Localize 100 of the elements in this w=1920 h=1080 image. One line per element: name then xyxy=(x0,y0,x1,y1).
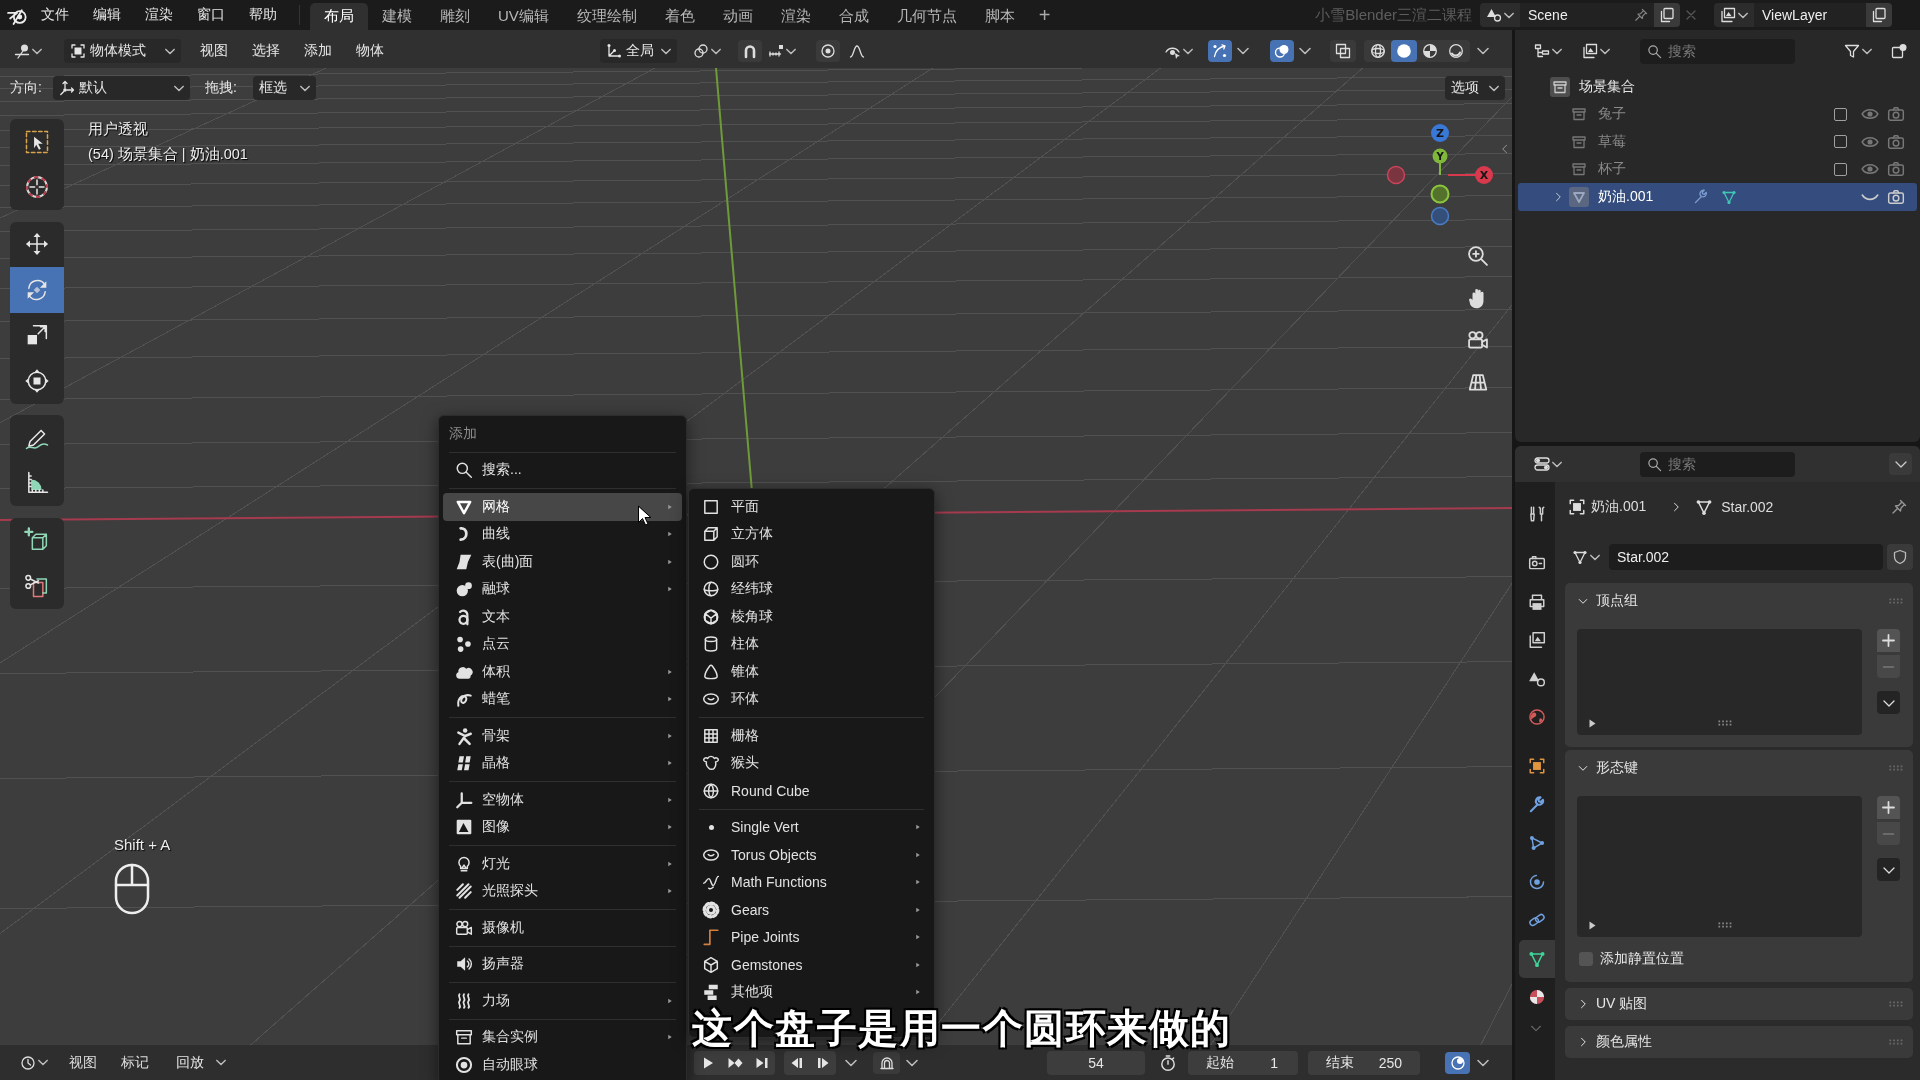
menu-item[interactable]: Gears xyxy=(693,896,930,924)
menu-item[interactable]: Round Cube xyxy=(693,777,930,805)
expand-triangle-icon[interactable] xyxy=(1589,718,1596,728)
list-menu-button[interactable] xyxy=(1877,691,1900,714)
caret-icon[interactable] xyxy=(1477,47,1489,55)
outliner-row[interactable]: 奶油.001 xyxy=(1518,183,1917,211)
checkbox[interactable] xyxy=(1834,107,1847,121)
current-frame-field[interactable]: 54 xyxy=(1047,1050,1145,1075)
panel-header[interactable]: 顶点组 xyxy=(1565,583,1913,619)
search-field[interactable]: 搜索 xyxy=(1640,451,1795,477)
menu-item[interactable]: 空物体 xyxy=(443,786,682,814)
stopwatch-icon[interactable] xyxy=(1159,1053,1177,1072)
options-dropdown[interactable]: 选项 xyxy=(1445,76,1505,100)
menu-item[interactable]: 添加 xyxy=(292,39,344,63)
menu-item[interactable]: 立方体 xyxy=(693,520,930,548)
item-name[interactable]: 杯子 xyxy=(1598,160,1626,179)
axis-handle[interactable] xyxy=(1430,206,1450,226)
caret-icon[interactable] xyxy=(1299,47,1311,55)
axis-handle[interactable] xyxy=(1386,165,1406,185)
start-frame-field[interactable]: 起始 1 xyxy=(1188,1050,1298,1075)
menu-item[interactable]: 融球 xyxy=(443,575,682,603)
workspace-tab[interactable]: 布局 xyxy=(310,3,368,30)
menu-item[interactable]: Math Functions xyxy=(693,868,930,896)
proportional-edit-toggle[interactable] xyxy=(816,40,840,62)
menu-item[interactable]: 猴头 xyxy=(693,749,930,777)
workspace-tab[interactable]: UV编辑 xyxy=(484,3,563,30)
scene-browse-button[interactable] xyxy=(1480,3,1520,27)
menu-item[interactable]: 力场 xyxy=(443,987,682,1015)
menu-item[interactable]: 晶格 xyxy=(443,749,682,777)
new-view-layer-button[interactable] xyxy=(1866,3,1892,27)
workspace-tab[interactable]: 动画 xyxy=(708,3,767,30)
camera-icon[interactable] xyxy=(1887,187,1905,206)
caret-icon[interactable] xyxy=(845,1058,857,1067)
orientation-dropdown[interactable]: 全局 xyxy=(600,39,677,63)
ring-toggle[interactable] xyxy=(1445,1051,1470,1074)
fake-user-button[interactable] xyxy=(1887,544,1913,570)
closed-eye-icon[interactable] xyxy=(1861,192,1879,201)
expand-triangle-icon[interactable] xyxy=(1589,920,1596,930)
add-item-button[interactable] xyxy=(1877,629,1900,652)
axis-handle[interactable]: Z xyxy=(1431,124,1449,142)
end-frame-field[interactable]: 结束 250 xyxy=(1308,1050,1420,1075)
gizmo-toggle[interactable] xyxy=(1208,40,1232,62)
menu-item[interactable]: 图像 xyxy=(443,813,682,841)
caret-icon[interactable] xyxy=(1477,1058,1489,1067)
checkbox[interactable] xyxy=(1579,952,1593,966)
movie-camera-icon[interactable] xyxy=(1467,329,1489,351)
workspace-tab[interactable]: 合成 xyxy=(824,3,883,30)
menu-item[interactable]: 经纬球 xyxy=(693,575,930,603)
menu-item[interactable]: Single Vert xyxy=(693,813,930,841)
new-scene-button[interactable] xyxy=(1654,3,1680,27)
snap-toggle[interactable] xyxy=(873,1051,900,1074)
item-name[interactable]: 兔子 xyxy=(1598,105,1626,124)
menu-item[interactable]: 集合实例 xyxy=(443,1023,682,1051)
pin-icon[interactable] xyxy=(1891,499,1907,515)
menu-item[interactable]: 渲染 xyxy=(133,2,185,28)
view-layer-browse-button[interactable] xyxy=(1714,3,1754,27)
workspace-tab[interactable]: 雕刻 xyxy=(426,3,484,30)
workspace-tab[interactable]: 渲染 xyxy=(766,3,825,30)
menu-item[interactable]: 点云 xyxy=(443,630,682,658)
menu-item[interactable]: 摄像机 xyxy=(443,914,682,942)
menu-item[interactable]: 其他项 xyxy=(693,978,930,1006)
menu-item[interactable]: Gemstones xyxy=(693,951,930,979)
scene-name-field[interactable]: Scene xyxy=(1520,3,1654,27)
axis-handle[interactable] xyxy=(1430,184,1450,204)
add-item-button[interactable] xyxy=(1877,796,1900,819)
caret-icon[interactable] xyxy=(906,1058,918,1067)
camera-icon[interactable] xyxy=(1887,132,1905,151)
checkbox[interactable] xyxy=(1834,135,1847,149)
menu-item[interactable]: 自动眼球 xyxy=(443,1051,682,1079)
menu-item[interactable]: 帮助 xyxy=(237,2,289,28)
camera-icon[interactable] xyxy=(1887,105,1905,124)
pin-icon[interactable] xyxy=(1634,8,1648,22)
snap-toggle[interactable] xyxy=(738,40,762,62)
menu-item[interactable]: Pipe Joints xyxy=(693,923,930,951)
caret-icon[interactable] xyxy=(1237,47,1249,55)
workspace-tab[interactable]: 纹理绘制 xyxy=(562,3,651,30)
menu-dropdown[interactable]: 回放 xyxy=(170,1050,232,1075)
item-name[interactable]: 奶油.001 xyxy=(1598,187,1654,206)
menu-item[interactable]: 网格 xyxy=(443,493,682,521)
menu-item[interactable]: 环体 xyxy=(693,685,930,713)
menu-item[interactable]: 柱体 xyxy=(693,630,930,658)
workspace-tab[interactable]: 着色 xyxy=(650,3,709,30)
menu-item[interactable]: 栅格 xyxy=(693,722,930,750)
shading-button[interactable] xyxy=(1391,40,1417,62)
mode-dropdown[interactable]: 物体模式 xyxy=(64,39,181,63)
menu-item[interactable]: Torus Objects xyxy=(693,841,930,869)
view-layer-name-field[interactable]: ViewLayer xyxy=(1754,3,1866,27)
menu-item[interactable]: 圆环 xyxy=(693,548,930,576)
panel-header[interactable]: UV 贴图 xyxy=(1565,988,1913,1020)
panel-header[interactable]: 颜色属性 xyxy=(1565,1026,1913,1058)
drag-dropdown[interactable]: 框选 xyxy=(252,76,316,100)
grid-icon[interactable] xyxy=(1467,371,1489,393)
menu-item[interactable]: 视图 xyxy=(59,1050,107,1075)
menu-item[interactable]: 视图 xyxy=(188,39,240,63)
add-workspace-button[interactable]: + xyxy=(1028,2,1061,28)
workspace-tab[interactable]: 几何节点 xyxy=(882,3,971,30)
search-menu-item[interactable]: 搜索... xyxy=(443,456,682,484)
resize-grip-icon[interactable] xyxy=(1718,922,1732,928)
panel-header[interactable]: 形态键 xyxy=(1565,750,1913,786)
properties-tab[interactable] xyxy=(1519,939,1555,978)
